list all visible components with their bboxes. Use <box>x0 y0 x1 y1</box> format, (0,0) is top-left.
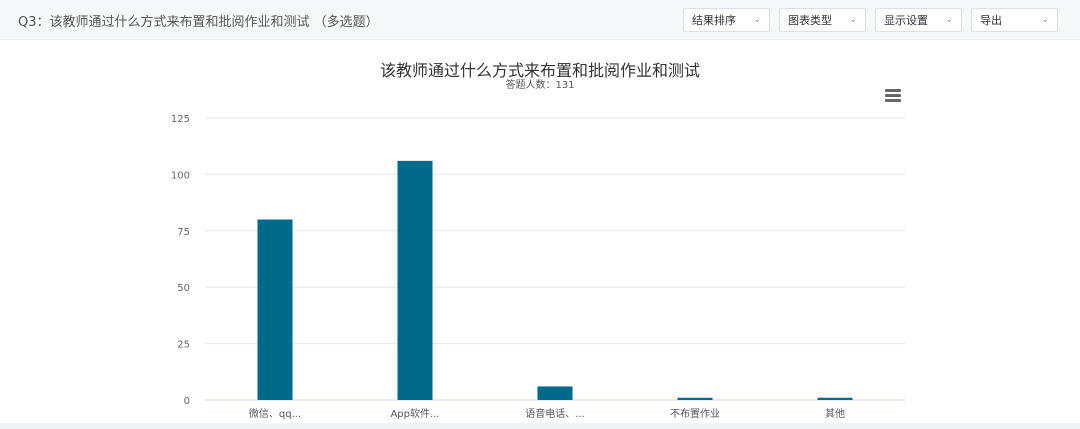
y-tick-label: 50 <box>177 283 190 294</box>
y-tick-label: 75 <box>177 227 190 238</box>
x-tick-label: App软件... <box>390 407 439 420</box>
x-tick-label: 微信、qq... <box>249 407 301 420</box>
y-tick-label: 0 <box>184 396 190 407</box>
x-tick-label: 语音电话、... <box>525 407 585 420</box>
y-tick-label: 25 <box>177 340 190 351</box>
x-tick-label: 不布置作业 <box>670 408 720 420</box>
bar <box>257 219 293 400</box>
bottom-divider <box>0 423 1080 429</box>
bar <box>397 160 433 400</box>
bar <box>537 386 573 400</box>
y-tick-label: 100 <box>171 170 190 181</box>
bar <box>677 397 713 400</box>
y-tick-label: 125 <box>171 114 190 125</box>
bar-chart: 0 25 50 75 100 125 微信、qq... App软件... 语音电话、... 不布置… <box>171 114 905 420</box>
x-tick-label: 其他 <box>825 407 845 420</box>
bar <box>817 397 853 400</box>
